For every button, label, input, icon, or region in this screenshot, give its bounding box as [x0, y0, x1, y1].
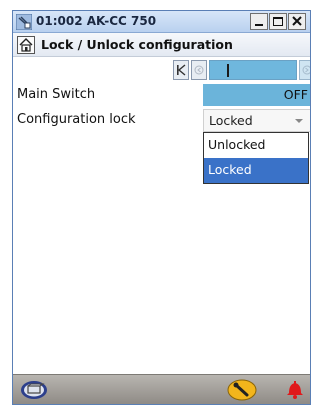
page-progress-marker	[227, 64, 229, 77]
dropdown-option-unlocked[interactable]: Unlocked	[204, 133, 308, 158]
dropdown-option-locked[interactable]: Locked	[204, 158, 308, 183]
chevron-down-icon[interactable]	[290, 113, 308, 129]
app-icon	[15, 13, 33, 31]
top-strip	[0, 0, 324, 10]
next-page-button[interactable]	[299, 60, 310, 80]
minimize-button[interactable]	[250, 13, 268, 30]
title-bar[interactable]: 01:002 AK-CC 750	[13, 11, 310, 33]
configuration-lock-select[interactable]: Locked	[203, 109, 310, 132]
page-title: Lock / Unlock configuration	[41, 37, 233, 52]
alarm-bell-icon[interactable]	[283, 378, 307, 402]
page-progress-bar	[209, 60, 297, 80]
previous-page-button[interactable]	[191, 60, 207, 80]
footer-toolbar	[13, 374, 310, 404]
wrench-icon[interactable]	[227, 378, 257, 402]
window-title: 01:002 AK-CC 750	[36, 14, 157, 28]
configuration-lock-dropdown: Unlocked Locked	[203, 132, 309, 184]
first-page-button[interactable]	[173, 60, 189, 80]
main-switch-value-field[interactable]: OFF	[203, 84, 310, 106]
configuration-lock-label: Configuration lock	[17, 112, 136, 127]
window-controls	[249, 13, 306, 30]
home-icon[interactable]	[17, 36, 35, 54]
close-button[interactable]	[288, 13, 306, 30]
app-window: 01:002 AK-CC 750 Lock / Unlock configura…	[12, 10, 311, 405]
maximize-button[interactable]	[269, 13, 287, 30]
configuration-lock-value: Locked	[209, 113, 253, 128]
page-header: Lock / Unlock configuration	[13, 33, 310, 57]
main-switch-label: Main Switch	[17, 87, 96, 102]
main-switch-value: OFF	[283, 87, 308, 102]
display-icon[interactable]	[19, 379, 49, 401]
